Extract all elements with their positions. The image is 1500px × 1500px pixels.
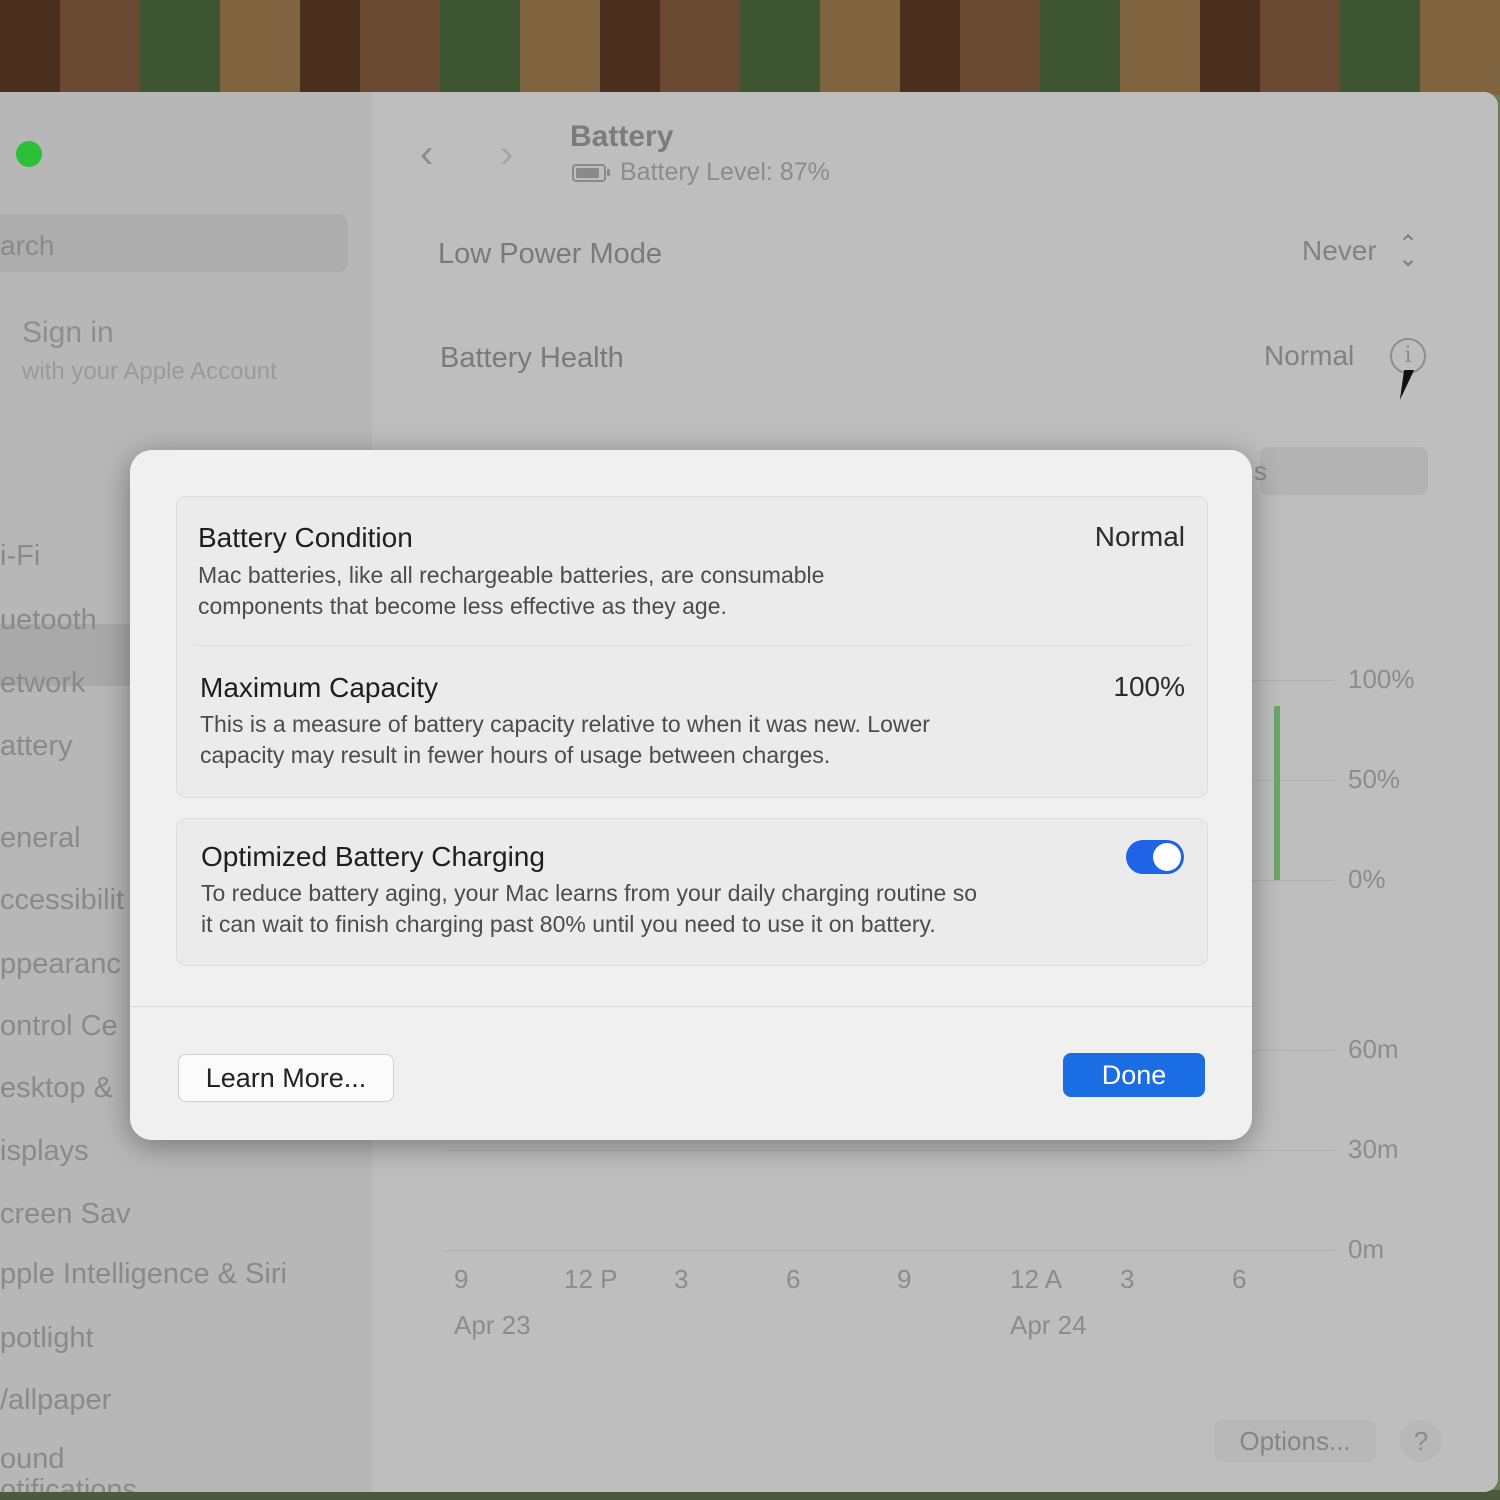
help-button[interactable]: ?	[1400, 1420, 1442, 1462]
y-tick-usage-60m: 60m	[1348, 1034, 1399, 1064]
y-tick-usage-30m: 30m	[1348, 1134, 1399, 1164]
learn-more-button[interactable]: Learn More...	[178, 1054, 394, 1102]
sidebar-item-general[interactable]: eneral	[0, 822, 81, 855]
x-tick: 12 P	[564, 1264, 618, 1294]
x-date-label: Apr 23	[454, 1310, 531, 1340]
sidebar-item-notifications[interactable]: otifications	[0, 1474, 137, 1492]
sidebar-item-spotlight[interactable]: potlight	[0, 1322, 94, 1355]
x-tick: 9	[897, 1264, 912, 1294]
sidebar-item-control-center[interactable]: ontrol Ce	[0, 1010, 118, 1043]
x-tick: 6	[786, 1264, 801, 1294]
low-power-mode-value[interactable]: Never	[1302, 235, 1377, 267]
gridline	[443, 1150, 1335, 1151]
battery-health-label: Battery Health	[440, 342, 624, 374]
x-tick: 12 A	[1010, 1264, 1063, 1294]
toggle-knob	[1153, 843, 1181, 871]
sidebar-item-bluetooth[interactable]: uetooth	[0, 604, 97, 637]
maximum-capacity-value: 100%	[1113, 671, 1185, 702]
sidebar-item-appearance[interactable]: ppearanc	[0, 948, 121, 981]
back-button[interactable]: ‹	[420, 132, 433, 177]
y-tick-level-50: 50%	[1348, 764, 1401, 794]
x-tick: 9	[454, 1264, 469, 1294]
sidebar-item-network[interactable]: etwork	[0, 667, 85, 700]
search-placeholder: arch	[0, 230, 55, 261]
y-tick-usage-0m: 0m	[1348, 1234, 1385, 1264]
battery-health-dialog: Battery Condition Normal Mac batteries, …	[130, 450, 1252, 1140]
battery-icon-fill	[576, 168, 599, 178]
sidebar-item-displays[interactable]: isplays	[0, 1135, 89, 1168]
maximum-capacity-title: Maximum Capacity	[200, 672, 439, 703]
battery-condition-description-2: components that become less effective as…	[198, 593, 727, 619]
y-tick-level-100: 100%	[1348, 664, 1415, 694]
x-date-label: Apr 24	[1010, 1310, 1087, 1340]
sidebar-item-screen-saver[interactable]: creen Sav	[0, 1198, 131, 1231]
done-button[interactable]: Done	[1063, 1053, 1205, 1097]
sidebar-item-wallpaper[interactable]: /allpaper	[0, 1384, 111, 1417]
sidebar-item-desktop-dock[interactable]: esktop &	[0, 1072, 113, 1105]
settings-row-background	[1260, 447, 1428, 495]
maximum-capacity-description-2: capacity may result in fewer hours of us…	[200, 742, 831, 768]
sign-in-subtitle: with your Apple Account	[22, 358, 277, 385]
optimized-charging-toggle[interactable]	[1126, 840, 1184, 874]
chevron-updown-icon[interactable]: ⌃ ⌄	[1398, 233, 1418, 271]
optimized-charging-description-2: it can wait to finish charging past 80% …	[201, 911, 936, 937]
info-icon[interactable]: i	[1390, 338, 1426, 374]
battery-icon	[572, 164, 610, 182]
sidebar-item-sound[interactable]: ound	[0, 1443, 65, 1476]
divider	[197, 645, 1187, 646]
battery-condition-description-1: Mac batteries, like all rechargeable bat…	[198, 562, 825, 588]
sidebar-item-battery[interactable]: attery	[0, 730, 73, 763]
forward-button[interactable]: ›	[500, 132, 513, 177]
sidebar-item-apple-intelligence-siri[interactable]: pple Intelligence & Siri	[0, 1258, 287, 1291]
maximum-capacity-description-1: This is a measure of battery capacity re…	[200, 711, 930, 737]
optimized-charging-description-1: To reduce battery aging, your Mac learns…	[201, 880, 978, 906]
optimized-charging-title: Optimized Battery Charging	[201, 841, 545, 872]
x-tick: 3	[674, 1264, 689, 1294]
options-button[interactable]: Options...	[1214, 1420, 1376, 1462]
chart-bar	[1273, 706, 1280, 880]
desktop-wallpaper	[0, 0, 1500, 95]
partial-row-label: s	[1254, 456, 1267, 486]
battery-condition-value: Normal	[1094, 521, 1185, 552]
page-title: Battery	[570, 120, 674, 153]
dialog-footer-divider	[130, 1006, 1252, 1007]
x-tick: 3	[1120, 1264, 1135, 1294]
low-power-mode-label: Low Power Mode	[438, 238, 663, 270]
battery-level-text: Battery Level: 87%	[620, 158, 830, 186]
sign-in-title[interactable]: Sign in	[22, 316, 114, 350]
gridline	[443, 1250, 1335, 1251]
y-tick-level-0: 0%	[1348, 864, 1386, 894]
sidebar-item-wifi[interactable]: i-Fi	[0, 540, 40, 573]
battery-condition-title: Battery Condition	[198, 522, 413, 553]
battery-health-value: Normal	[1264, 340, 1355, 371]
sidebar-item-accessibility[interactable]: ccessibilit	[0, 884, 124, 917]
x-tick: 6	[1232, 1264, 1247, 1294]
zoom-window-button[interactable]	[16, 141, 42, 167]
